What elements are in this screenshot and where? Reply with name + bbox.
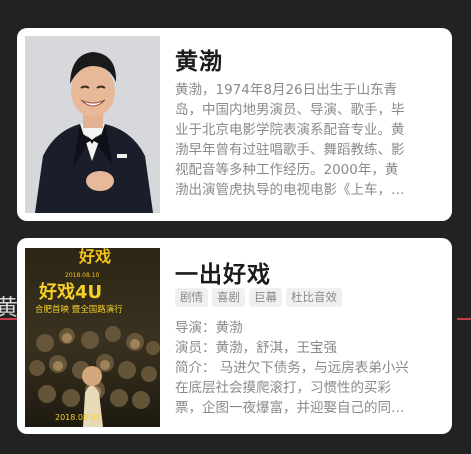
person-description-line: 视配音等多种工作经历。2000年，黄: [175, 162, 399, 178]
director-value: 黄渤: [215, 320, 243, 336]
person-name: 黄渤: [175, 49, 223, 75]
poster-bottom-date: 2018.08.01: [55, 413, 101, 422]
movie-tag[interactable]: 杜比音效: [286, 288, 342, 307]
synopsis-line: 简介： 马进欠下债务，与远房表弟小兴: [175, 360, 409, 376]
person-description-line: 渤出演管虎执导的电视电影《上车，…: [175, 182, 405, 198]
poster-top-title: 好戏: [78, 248, 111, 266]
movie-director: 导演：黄渤: [175, 318, 441, 338]
movie-tag[interactable]: 剧情: [175, 288, 208, 307]
person-description-line: 黄渤，1974年8月26日出生于山东青: [175, 82, 398, 98]
cast-label: 演员：: [175, 340, 216, 356]
movie-title: 一出好戏: [175, 262, 271, 288]
cast-value: 黄渤，舒淇，王宝强: [215, 340, 338, 356]
synopsis-line: 票，企图一夜爆富，并迎娶自己的同…: [175, 400, 405, 416]
poster-date-top: 2018.08.10: [65, 272, 100, 279]
movie-card[interactable]: 好戏 2018.08.10 好戏4U 合肥首映 暨全国路演行 2018.08.0…: [17, 238, 452, 434]
director-label: 导演：: [175, 320, 216, 336]
movie-synopsis: 简介： 马进欠下债务，与远房表弟小兴 在底层社会摸爬滚打，习惯性的买彩 票，企图…: [175, 358, 441, 418]
synopsis-line: 在底层社会摸爬滚打，习惯性的买彩: [175, 380, 391, 396]
person-description-line: 岛，中国内地男演员、导演、歌手，毕: [175, 102, 405, 118]
movie-tag[interactable]: 喜剧: [212, 288, 245, 307]
person-photo-image: [25, 36, 160, 213]
person-description-line: 业于北京电影学院表演系配音专业。黄: [175, 122, 405, 138]
poster-big-title: 好戏4U: [38, 281, 102, 303]
background-divider-right: [457, 318, 471, 320]
movie-tags: 剧情 喜剧 巨幕 杜比音效: [175, 288, 342, 307]
person-description-line: 渤早年曾有过驻唱歌手、舞蹈教练、影: [175, 142, 405, 158]
poster-subtitle: 合肥首映 暨全国路演行: [35, 304, 123, 315]
movie-tag[interactable]: 巨幕: [249, 288, 282, 307]
person-photo[interactable]: [25, 36, 160, 213]
movie-cast: 演员：黄渤，舒淇，王宝强: [175, 338, 441, 358]
movie-poster[interactable]: 好戏 2018.08.10 好戏4U 合肥首映 暨全国路演行 2018.08.0…: [25, 248, 160, 427]
movie-poster-image: 好戏 2018.08.10 好戏4U 合肥首映 暨全国路演行 2018.08.0…: [25, 248, 160, 427]
person-description: 黄渤，1974年8月26日出生于山东青 岛，中国内地男演员、导演、歌手，毕 业于…: [175, 80, 439, 200]
person-card[interactable]: 黄渤 黄渤，1974年8月26日出生于山东青 岛，中国内地男演员、导演、歌手，毕…: [17, 28, 452, 221]
